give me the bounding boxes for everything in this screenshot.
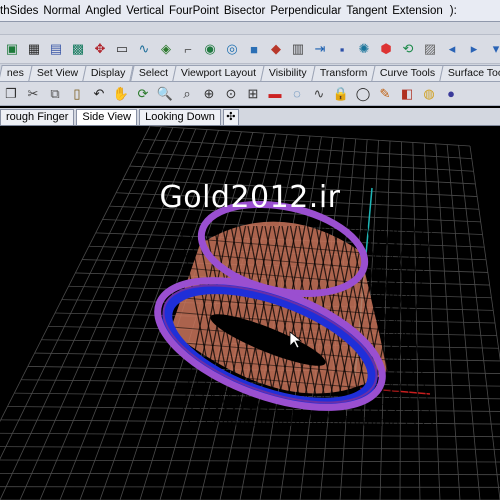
move-icon[interactable]: ✥ bbox=[90, 39, 110, 59]
zoom-window-icon[interactable]: ⌕ bbox=[178, 85, 196, 103]
toolbar-tab-label: Display bbox=[91, 67, 126, 79]
arrow-right-icon[interactable]: ▸ bbox=[464, 39, 484, 59]
pencil-icon[interactable]: ✎ bbox=[376, 85, 394, 103]
sphere-icon[interactable]: ● bbox=[442, 85, 460, 103]
rotate-icon[interactable]: ⟳ bbox=[134, 85, 152, 103]
toolbar-tab[interactable]: Set View bbox=[28, 65, 87, 81]
perspective-viewport[interactable]: Gold2012.ir bbox=[0, 126, 500, 500]
material-icon[interactable]: ◆ bbox=[266, 39, 286, 59]
standard-toolbar: ❐ ✂ ⧉ ▯ ↶ ✋ ⟳ 🔍 ⌕ ⊕ ⊙ ⊞ ▬ ◌ ∿ 🔒 ◯ ✎ ◧ ◍ ● bbox=[0, 82, 500, 106]
grid-line bbox=[0, 472, 500, 476]
main-toolbar: ▣▦▤▩✥▭∿◈⌐◉◎■◆▥⇥▪✺⬢⟲▨◂▸▾▴↘ bbox=[0, 34, 500, 64]
grid-line bbox=[0, 486, 500, 488]
sync-icon[interactable]: ⟲ bbox=[398, 39, 418, 59]
zoom-icon[interactable]: 🔍 bbox=[156, 85, 174, 103]
cube-icon[interactable]: ⬢ bbox=[376, 39, 396, 59]
duplicate-icon[interactable]: ⧉ bbox=[46, 85, 64, 103]
snap-icon[interactable]: ◌ bbox=[288, 85, 306, 103]
light-icon[interactable]: ◯ bbox=[354, 85, 372, 103]
gear-icon[interactable]: ✺ bbox=[354, 39, 374, 59]
paste-icon[interactable]: ▯ bbox=[68, 85, 86, 103]
toolbar-tab-label: Transform bbox=[319, 67, 368, 79]
command-option[interactable]: Angled bbox=[85, 5, 121, 17]
command-option[interactable]: Vertical bbox=[126, 5, 164, 17]
arrow-down-icon[interactable]: ▾ bbox=[486, 39, 500, 59]
box-icon[interactable]: ■ bbox=[244, 39, 264, 59]
curve-icon[interactable]: ∿ bbox=[310, 85, 328, 103]
viewport-tab[interactable]: rough Finger bbox=[0, 109, 75, 125]
copy-icon[interactable]: ❐ bbox=[2, 85, 20, 103]
split-icon[interactable]: ▥ bbox=[288, 39, 308, 59]
toolbar-tab[interactable]: Surface Tools bbox=[439, 65, 500, 81]
toolbar-tab-label: Surface Tools bbox=[448, 67, 500, 79]
grid-icon[interactable]: ▦ bbox=[24, 39, 44, 59]
material-icon[interactable]: ◧ bbox=[398, 85, 416, 103]
toolbar-tab[interactable]: Display bbox=[82, 65, 135, 81]
undo-icon[interactable]: ↶ bbox=[90, 85, 108, 103]
toolbar-tab[interactable]: Visibility bbox=[260, 65, 316, 81]
save-icon[interactable]: ▪ bbox=[332, 39, 352, 59]
command-option[interactable]: FourPoint bbox=[169, 5, 219, 17]
toolbar-tab-label: nes bbox=[6, 67, 24, 79]
toolbar-tabs: nes Set View Display Select Viewport Layout V… bbox=[0, 64, 500, 82]
command-line[interactable]: thSides Normal Angled Vertical FourPoint Bise… bbox=[0, 0, 500, 22]
color-wheel-icon[interactable]: ◍ bbox=[420, 85, 438, 103]
monitor-icon[interactable]: ▭ bbox=[112, 39, 132, 59]
layers-icon[interactable]: ▣ bbox=[2, 39, 22, 59]
toolbar-tab-label: Select bbox=[138, 67, 168, 79]
command-line-closing: ): bbox=[449, 5, 457, 17]
toolbar-tab-label: Viewport Layout bbox=[180, 67, 256, 79]
viewport-tab[interactable]: Side View bbox=[76, 109, 138, 125]
command-option[interactable]: Tangent bbox=[346, 5, 387, 17]
toolbar-tab[interactable]: Transform bbox=[310, 65, 376, 81]
toolbar-gap bbox=[0, 22, 500, 34]
grid-line bbox=[0, 419, 500, 425]
toolbar-tab-label: Set View bbox=[36, 67, 79, 79]
command-option[interactable]: Normal bbox=[43, 5, 80, 17]
pan-icon[interactable]: ✋ bbox=[112, 85, 130, 103]
paste-icon[interactable]: ▨ bbox=[420, 39, 440, 59]
command-option[interactable]: Perpendicular bbox=[270, 5, 341, 17]
watermark: Gold2012.ir bbox=[159, 180, 341, 215]
render-icon[interactable]: ▩ bbox=[68, 39, 88, 59]
bracket-icon[interactable]: ⌐ bbox=[178, 39, 198, 59]
car-icon[interactable]: ▬ bbox=[266, 85, 284, 103]
toolbar-tab[interactable]: Curve Tools bbox=[371, 65, 445, 81]
arrow-left-icon[interactable]: ◂ bbox=[442, 39, 462, 59]
viewport-tab[interactable]: Looking Down bbox=[139, 109, 221, 125]
toolbar-tab[interactable]: Select bbox=[129, 65, 177, 81]
viewport-tabs: rough Finger Side View Looking Down ✣ bbox=[0, 108, 500, 126]
command-option[interactable]: Extension bbox=[392, 5, 443, 17]
lock-icon[interactable]: 🔒 bbox=[332, 85, 350, 103]
command-option[interactable]: thSides bbox=[0, 5, 38, 17]
four-views-icon[interactable]: ⊞ bbox=[244, 85, 262, 103]
export-icon[interactable]: ⇥ bbox=[310, 39, 330, 59]
curve-icon[interactable]: ∿ bbox=[134, 39, 154, 59]
properties-icon[interactable]: ▤ bbox=[46, 39, 66, 59]
toolbar-tab[interactable]: Viewport Layout bbox=[172, 65, 265, 81]
zoom-selected-icon[interactable]: ⊙ bbox=[222, 85, 240, 103]
cut-icon[interactable]: ✂ bbox=[24, 85, 42, 103]
mesh-icon[interactable]: ◈ bbox=[156, 39, 176, 59]
grid-line bbox=[0, 432, 500, 438]
add-viewport-tab-icon[interactable]: ✣ bbox=[222, 109, 239, 125]
sphere-icon[interactable]: ◉ bbox=[200, 39, 220, 59]
torus-icon[interactable]: ◎ bbox=[222, 39, 242, 59]
zoom-extents-icon[interactable]: ⊕ bbox=[200, 85, 218, 103]
command-option[interactable]: Bisector bbox=[224, 5, 266, 17]
toolbar-tab-label: Curve Tools bbox=[380, 67, 436, 79]
toolbar-tab-label: Visibility bbox=[268, 67, 307, 79]
